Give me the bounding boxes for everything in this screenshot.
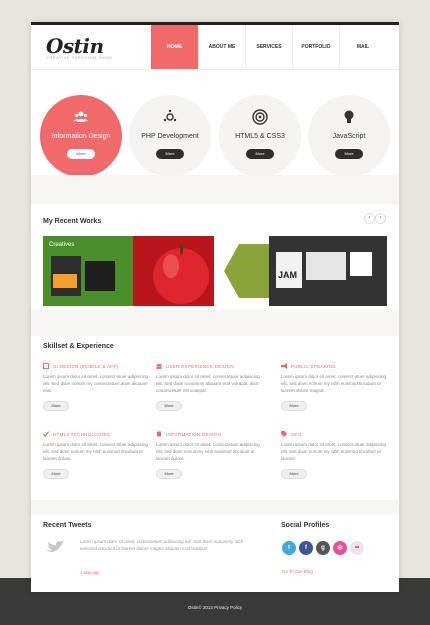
skill-title: HTML5 TECHNOLOGIES	[53, 431, 111, 437]
skill-text: Lorem ipsum dolor sit amet, consect etue…	[281, 374, 387, 393]
work-item-jam[interactable]: JAM	[214, 236, 387, 306]
blog-link[interactable]: Go To Our Blog	[282, 569, 313, 574]
more-button[interactable]: More	[43, 401, 69, 411]
social-icons: t f g ◎ ••	[282, 541, 364, 555]
skill-item: INFORMATION DESIGN Lorem ipsum dolor sit…	[156, 431, 266, 479]
nav-item-home[interactable]: HOME	[151, 25, 198, 69]
google-plus-icon[interactable]: g	[316, 541, 330, 555]
target-icon	[252, 109, 268, 125]
more-button[interactable]: More	[246, 149, 274, 159]
book-icon	[157, 431, 161, 437]
flickr-icon[interactable]: ••	[350, 541, 364, 555]
more-button[interactable]: More	[156, 469, 182, 479]
skill-text: Lorem ipsum dolor sit amet, consectetuer…	[156, 374, 260, 393]
people-icon	[156, 363, 162, 369]
more-button[interactable]: More	[156, 149, 184, 159]
service-information-design[interactable]: Information Design More	[40, 95, 122, 177]
skill-text: Lorem ipsum dolor sit amet, consect etue…	[43, 442, 149, 461]
more-button[interactable]: More	[335, 149, 363, 159]
more-button[interactable]: More	[156, 401, 182, 411]
work-caption-jam: JAM	[278, 270, 297, 280]
skill-item: UI DESIGN (MOBILE & APP) Lorem ipsum dol…	[43, 363, 153, 411]
service-html5-css3[interactable]: HTML5 & CSS3 More	[219, 95, 301, 177]
skill-item: USER EXPERIENCE DESIGN Lorem ipsum dolor…	[156, 363, 266, 411]
skill-title: INFORMATION DESIGN	[166, 431, 222, 437]
service-title: JavaScript	[332, 133, 366, 140]
section-divider	[31, 310, 399, 336]
more-button[interactable]: More	[67, 149, 95, 159]
skillset-title: Skillset & Experience	[43, 343, 114, 350]
skill-item: HTML5 TECHNOLOGIES Lorem ipsum dolor sit…	[43, 431, 153, 479]
tweet-time[interactable]: 1 day ago	[80, 570, 100, 575]
work-thumbnail-jam: JAM	[214, 236, 387, 306]
nav-item-portfolio[interactable]: PORTFOLIO	[292, 25, 339, 69]
site-header: Ostin CREATIVE PERSONAL PAGE HOME ABOUT …	[31, 25, 399, 69]
recent-works-title: My Recent Works	[43, 218, 102, 225]
nav-item-mail[interactable]: MAIL	[339, 25, 386, 69]
skill-title: SEO	[291, 431, 302, 437]
main-nav: HOME ABOUT ME SERVICES PORTFOLIO MAIL	[151, 25, 386, 69]
document-icon	[43, 363, 49, 369]
service-title: PHP Development	[141, 133, 199, 140]
more-button[interactable]: More	[43, 469, 69, 479]
work-item-creatives[interactable]: Creatives	[43, 236, 214, 306]
prev-arrow-button[interactable]: ‹	[364, 213, 375, 224]
dribbble-icon[interactable]: ◎	[333, 541, 347, 555]
social-profiles-title: Social Profiles	[281, 522, 330, 529]
section-divider	[31, 500, 399, 514]
service-title: Information Design	[51, 133, 111, 140]
users-icon	[73, 111, 89, 122]
skill-text: Lorem ipsum dolor sit amet, consect etue…	[281, 442, 387, 461]
nav-item-services[interactable]: SERVICES	[245, 25, 292, 69]
skill-text: Lorem ipsum dolor sit amet, consect etue…	[43, 374, 149, 393]
twitter-icon[interactable]: t	[282, 541, 296, 555]
next-arrow-button[interactable]: ›	[375, 213, 386, 224]
gears-icon	[163, 109, 177, 122]
service-php-development[interactable]: PHP Development More	[129, 95, 211, 177]
tagline: CREATIVE PERSONAL PAGE	[46, 55, 113, 60]
service-javascript[interactable]: JavaScript More	[308, 95, 390, 177]
more-button[interactable]: More	[281, 469, 307, 479]
more-button[interactable]: More	[281, 401, 307, 411]
check-icon	[43, 431, 49, 437]
facebook-icon[interactable]: f	[299, 541, 313, 555]
megaphone-icon	[281, 363, 287, 369]
bird-icon	[46, 540, 64, 552]
footer-text: Ostin© 2013 Privacy Policy	[187, 605, 243, 610]
work-thumbnail-creatives: Creatives	[43, 236, 214, 306]
tag-icon	[281, 431, 287, 437]
tweet-text: Lorem ipsum dolor sit amet, consectetuer…	[80, 539, 244, 551]
skill-title: PUBLIC SPEAKING	[291, 363, 337, 369]
skill-item: PUBLIC SPEAKING Lorem ipsum dolor sit am…	[281, 363, 391, 411]
recent-tweets-title: Recent Tweets	[43, 522, 92, 529]
skill-title: USER EXPERIENCE DESIGN	[166, 363, 234, 369]
lightbulb-icon	[344, 110, 354, 123]
skill-text: Lorem ipsum dolor sit amet, consectetuer…	[156, 442, 260, 461]
work-caption-creatives: Creatives	[49, 242, 74, 248]
section-divider	[31, 175, 399, 205]
service-title: HTML5 & CSS3	[235, 133, 285, 140]
works-carousel-arrows: ‹ ›	[364, 213, 386, 224]
skill-title: UI DESIGN (MOBILE & APP)	[53, 363, 119, 369]
skill-item: SEO Lorem ipsum dolor sit amet, consect …	[281, 431, 391, 479]
nav-item-about[interactable]: ABOUT ME	[198, 25, 245, 69]
